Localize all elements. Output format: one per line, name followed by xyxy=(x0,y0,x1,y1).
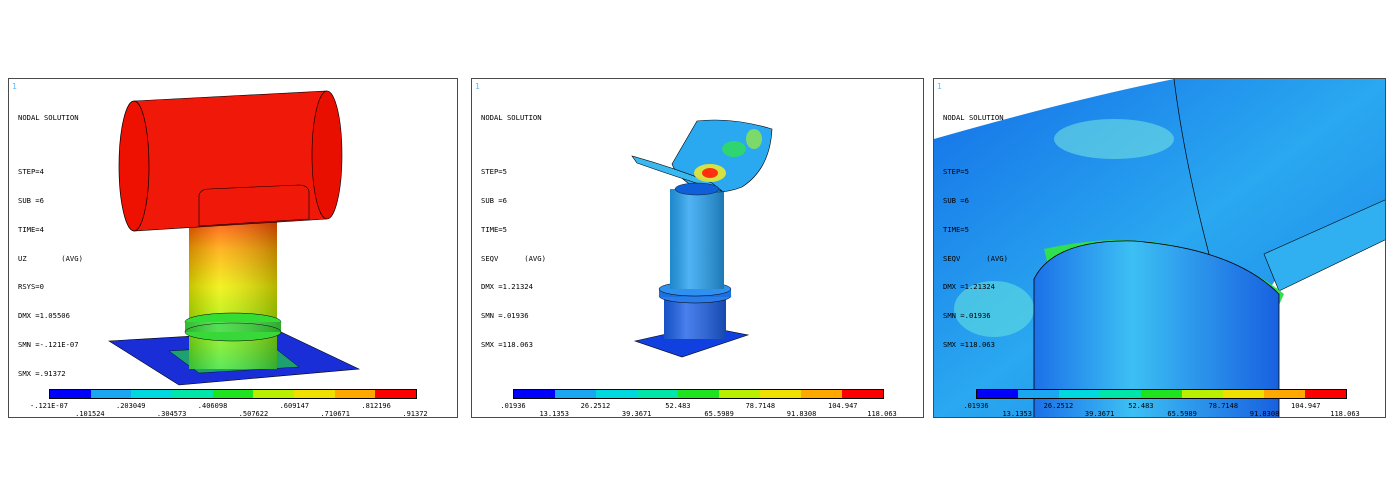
step-line: STEP=4 xyxy=(18,167,44,177)
dmx-line: DMX =1.05506 xyxy=(18,311,70,321)
sub-line: SUB =6 xyxy=(481,195,507,205)
legend-swatch xyxy=(719,390,760,398)
legend-swatch xyxy=(1141,390,1182,398)
legend-tick-label: 78.7148 xyxy=(1208,402,1239,410)
legend-swatch xyxy=(1264,390,1305,398)
legend-tick-label: 118.063 xyxy=(867,410,897,418)
legend-swatch xyxy=(90,390,132,398)
legend-swatch xyxy=(212,390,254,398)
legend-tick-label: 26.2512 xyxy=(580,402,611,410)
legend-swatch xyxy=(294,390,335,398)
legend-swatch xyxy=(1223,390,1264,398)
legend-tick-label: .406098 xyxy=(197,402,228,410)
legend-swatch xyxy=(801,390,842,398)
result-type-line: UZ (AVG) xyxy=(18,253,83,263)
legend-tick-label: .203049 xyxy=(116,402,146,410)
smn-line: SMN =.01936 xyxy=(481,311,529,321)
legend-swatch xyxy=(50,390,91,398)
sub-line: SUB =6 xyxy=(943,195,969,205)
viewport-panel-uz[interactable]: 1 NODAL SOLUTION STEP=4 SUB =6 TIME=4 UZ… xyxy=(8,78,458,418)
legend-tick-label: 39.3671 xyxy=(621,410,652,418)
legend-swatch xyxy=(375,390,417,398)
legend-tick-label: 39.3671 xyxy=(1084,410,1115,418)
legend-swatch xyxy=(760,390,801,398)
legend-tick-label: .507622 xyxy=(238,410,269,418)
legend-tick-label: 91.8308 xyxy=(786,410,817,418)
rsys-line: RSYS=0 xyxy=(18,282,44,292)
legend-swatch xyxy=(1305,390,1346,398)
contour-legend-bar xyxy=(976,389,1347,399)
time-line: TIME=5 xyxy=(943,224,969,234)
sub-line: SUB =6 xyxy=(18,195,44,205)
solution-info: NODAL SOLUTION STEP=5 SUB =6 TIME=5 SEQV… xyxy=(481,94,546,369)
contour-legend-bar xyxy=(49,389,417,399)
legend-tick-label: .91372 xyxy=(402,410,428,418)
legend-swatch xyxy=(1018,390,1059,398)
legend-swatch xyxy=(514,390,555,398)
legend-swatch xyxy=(1059,390,1100,398)
dmx-line: DMX =1.21324 xyxy=(943,282,995,292)
smx-line: SMX =118.063 xyxy=(481,339,533,349)
time-line: TIME=4 xyxy=(18,224,44,234)
viewport-panel-seqv-zoom[interactable]: 1 NODAL SOLUTION STEP=5 SUB =6 TIME=5 SE… xyxy=(933,78,1386,418)
legend-tick-label: 78.7148 xyxy=(745,402,776,410)
legend-tick-label: -.121E-07 xyxy=(30,402,68,410)
result-type-line: SEQV (AVG) xyxy=(943,253,1008,263)
legend-swatch xyxy=(1100,390,1141,398)
solution-title: NODAL SOLUTION xyxy=(943,113,1004,123)
legend-tick-label: .609147 xyxy=(279,402,310,410)
legend-tick-label: 26.2512 xyxy=(1043,402,1074,410)
legend-tick-label: 104.947 xyxy=(828,402,858,410)
legend-swatch xyxy=(131,390,173,398)
legend-tick-label: 13.1353 xyxy=(539,410,569,418)
smx-line: SMX =118.063 xyxy=(943,339,995,349)
window-number: 1 xyxy=(12,82,17,91)
window-number: 1 xyxy=(937,82,942,91)
legend-swatch xyxy=(555,390,596,398)
legend-swatch xyxy=(977,390,1018,398)
step-line: STEP=5 xyxy=(481,167,507,177)
viewport-panel-seqv[interactable]: 1 NODAL SOLUTION STEP=5 SUB =6 TIME=5 SE… xyxy=(471,78,924,418)
legend-swatch xyxy=(596,390,637,398)
smn-line: SMN =-.121E-07 xyxy=(18,339,79,349)
legend-tick-label: 118.063 xyxy=(1330,410,1360,418)
legend-tick-label: 65.5989 xyxy=(704,410,734,418)
legend-tick-label: 52.483 xyxy=(1128,402,1154,410)
legend-tick-label: 52.483 xyxy=(665,402,691,410)
smn-line: SMN =.01936 xyxy=(943,311,991,321)
legend-tick-label: .01936 xyxy=(500,402,526,410)
legend-tick-label: .101524 xyxy=(75,410,105,418)
legend-tick-label: .812196 xyxy=(361,402,391,410)
window-number: 1 xyxy=(475,82,480,91)
legend-tick-label: 13.1353 xyxy=(1002,410,1032,418)
time-line: TIME=5 xyxy=(481,224,507,234)
legend-swatch xyxy=(678,390,719,398)
legend-tick-label: 104.947 xyxy=(1291,402,1321,410)
result-type-line: SEQV (AVG) xyxy=(481,253,546,263)
solution-info: NODAL SOLUTION STEP=4 SUB =6 TIME=4 UZ (… xyxy=(18,94,83,397)
legend-tick-label: .304573 xyxy=(156,410,187,418)
legend-swatch xyxy=(253,390,295,398)
solution-info: NODAL SOLUTION STEP=5 SUB =6 TIME=5 SEQV… xyxy=(943,94,1008,369)
legend-tick-label: 91.8308 xyxy=(1249,410,1280,418)
dmx-line: DMX =1.21324 xyxy=(481,282,533,292)
legend-tick-label: 65.5989 xyxy=(1167,410,1197,418)
step-line: STEP=5 xyxy=(943,167,969,177)
legend-tick-label: .710671 xyxy=(320,410,350,418)
legend-swatch xyxy=(334,390,376,398)
smx-line: SMX =.91372 xyxy=(18,368,66,378)
legend-swatch xyxy=(1182,390,1223,398)
legend-swatch xyxy=(637,390,678,398)
legend-swatch xyxy=(842,390,883,398)
solution-title: NODAL SOLUTION xyxy=(18,113,79,123)
solution-title: NODAL SOLUTION xyxy=(481,113,542,123)
legend-tick-label: .01936 xyxy=(963,402,989,410)
legend-swatch xyxy=(172,390,213,398)
contour-legend-bar xyxy=(513,389,884,399)
